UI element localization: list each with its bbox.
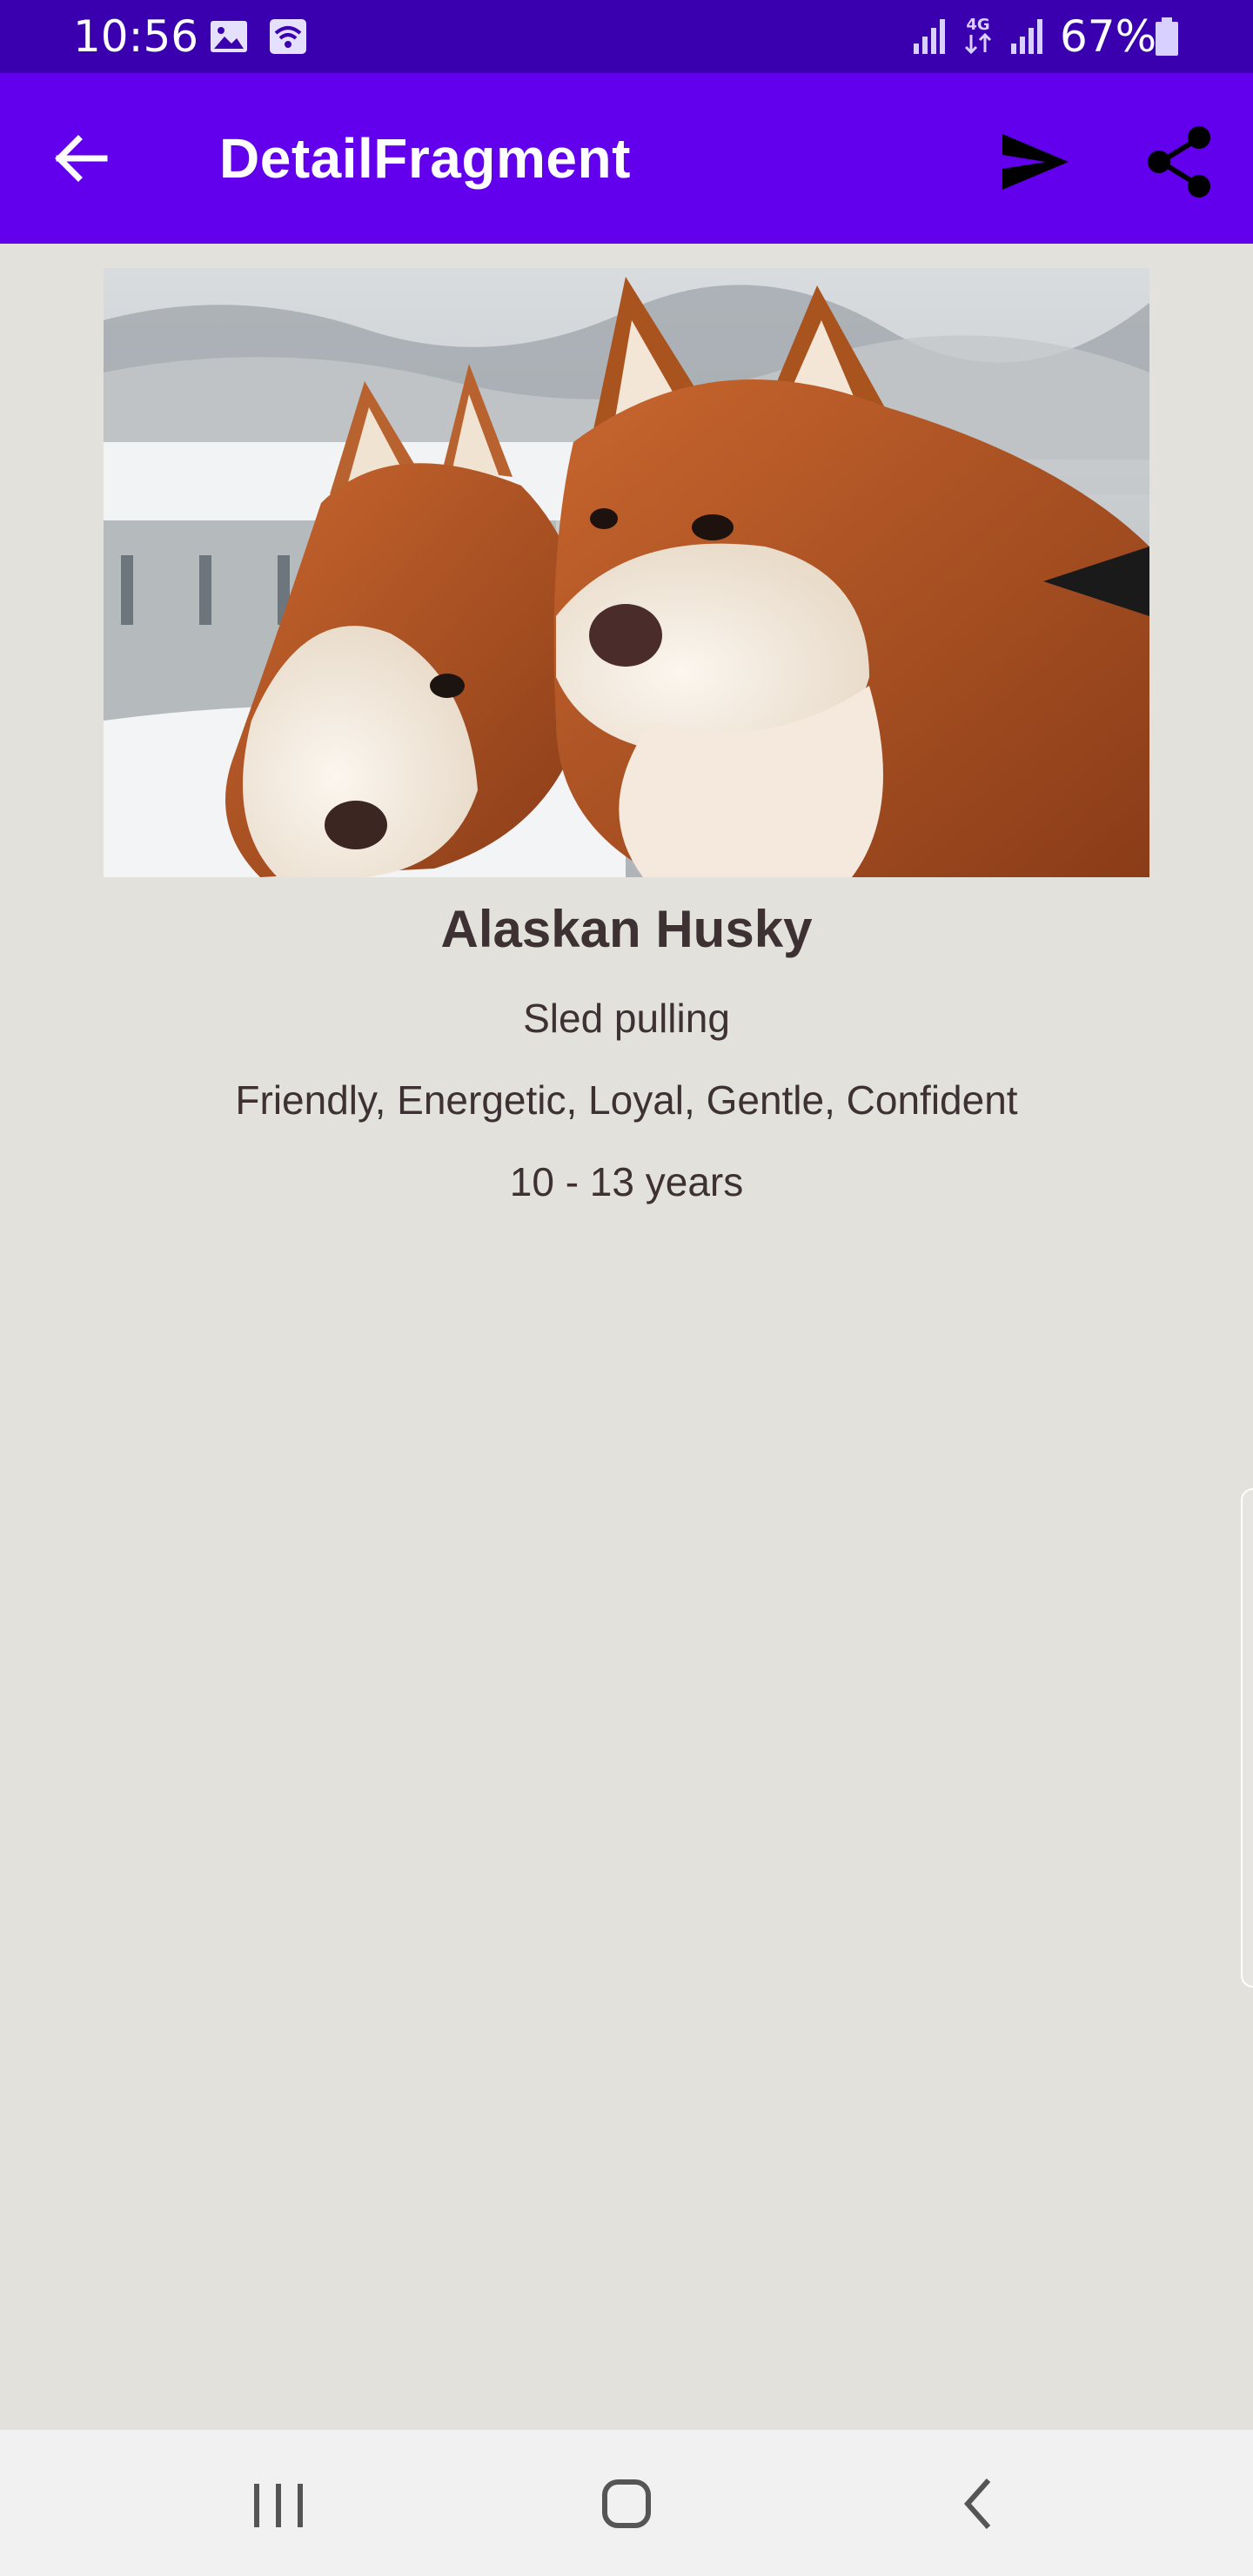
send-icon — [992, 134, 1075, 202]
dog-name: Alaskan Husky — [440, 900, 813, 958]
back-nav-button[interactable] — [935, 2465, 1022, 2543]
recent-apps-button[interactable] — [235, 2465, 322, 2543]
share-icon — [1140, 126, 1220, 205]
battery-icon — [1154, 16, 1180, 62]
status-bar: 10:56 4G 67% — [0, 0, 1253, 73]
signal-icon — [912, 16, 950, 60]
back-button[interactable] — [45, 122, 118, 195]
dog-life-span: 10 - 13 years — [509, 1159, 744, 1204]
send-button[interactable] — [992, 125, 1075, 198]
detail-screen: 10:56 4G 67% DetailFragment Alaskan Husk… — [0, 0, 1253, 2576]
dog-image — [104, 268, 1149, 877]
back-icon — [935, 2479, 1022, 2546]
status-time: 10:56 — [73, 11, 199, 62]
wifi-calling-icon — [268, 17, 308, 60]
share-button[interactable] — [1140, 122, 1220, 202]
4g-data-icon: 4G — [961, 12, 995, 62]
app-bar: DetailFragment — [0, 73, 1253, 244]
edge-panel-handle[interactable] — [1241, 1488, 1253, 1988]
home-icon — [583, 2479, 670, 2546]
system-navigation-bar — [0, 2430, 1253, 2576]
gallery-icon — [209, 19, 249, 58]
arrow-back-icon — [45, 135, 118, 198]
recent-apps-icon — [235, 2484, 322, 2546]
svg-text:4G: 4G — [966, 16, 989, 34]
page-title: DetailFragment — [219, 127, 631, 190]
home-button[interactable] — [583, 2465, 670, 2543]
dog-bred-for: Sled pulling — [523, 996, 730, 1041]
dog-temperament: Friendly, Energetic, Loyal, Gentle, Conf… — [235, 1077, 1018, 1123]
signal-icon — [1009, 16, 1048, 60]
battery-percentage: 67% — [1060, 11, 1157, 62]
